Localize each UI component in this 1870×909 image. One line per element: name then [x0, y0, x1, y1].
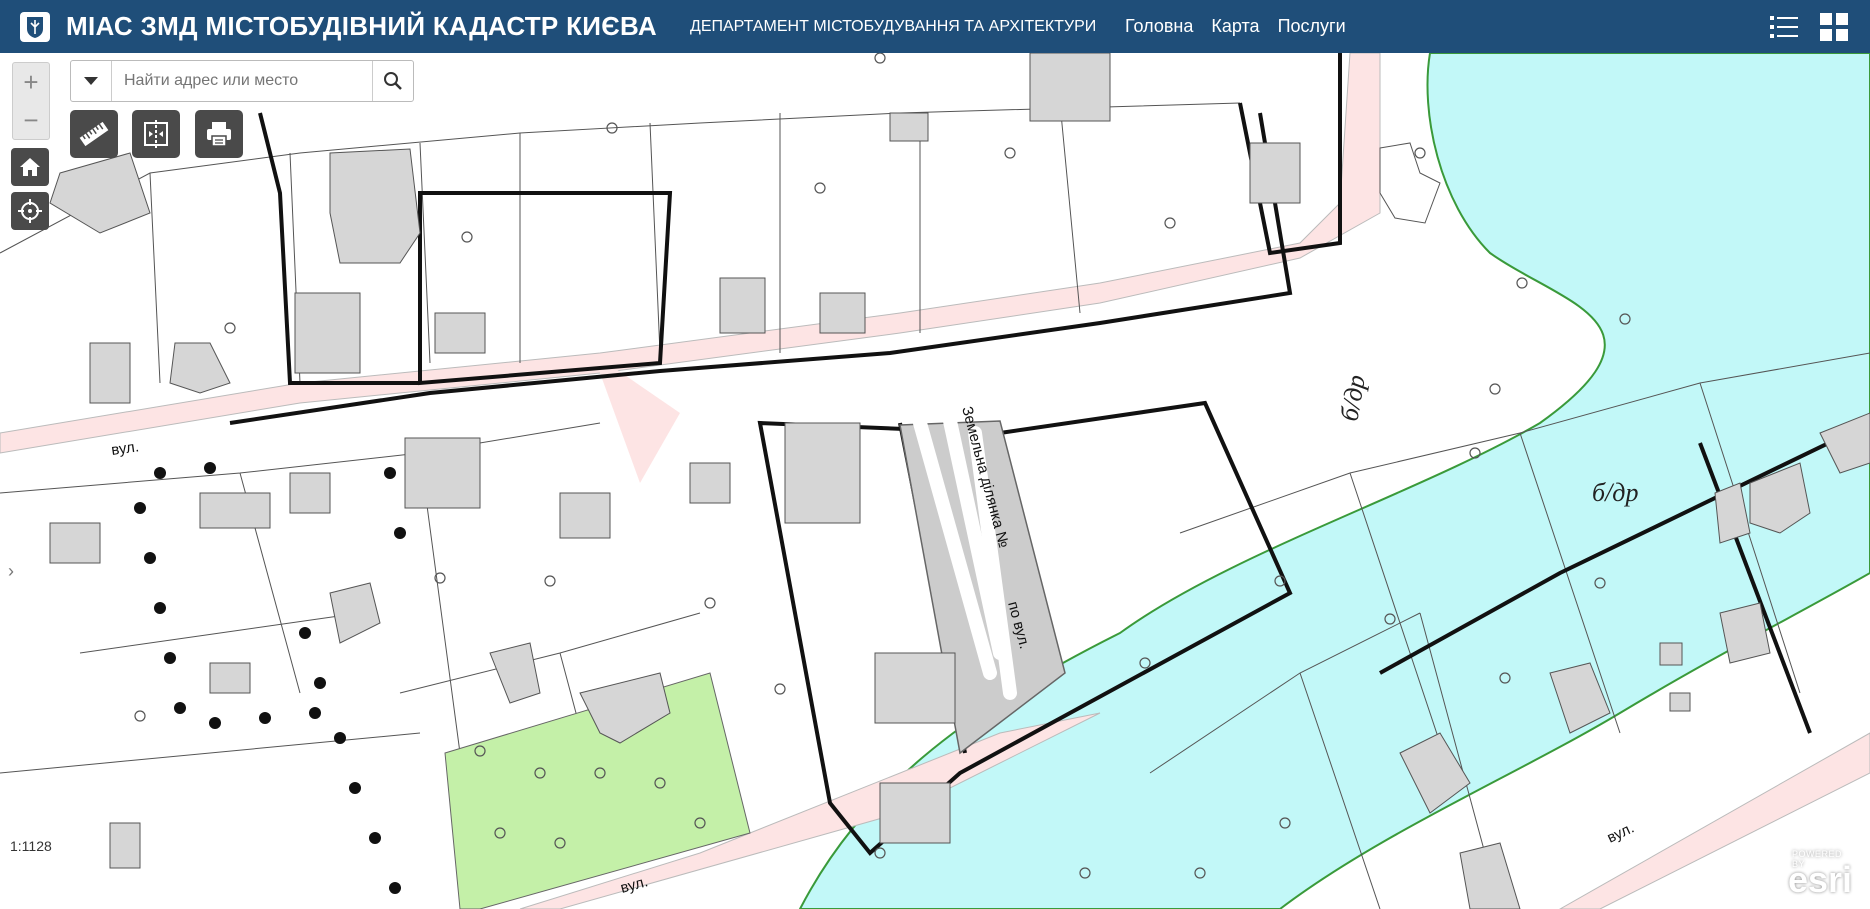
map-view[interactable]: Земельна ділянка № по вул. вул. вул. вул…	[0, 53, 1870, 909]
street-label-1: вул.	[110, 438, 140, 459]
department-name: ДЕПАРТАМЕНТ МІСТОБУДУВАННЯ ТА АРХІТЕКТУР…	[690, 18, 1097, 35]
measure-button[interactable]	[70, 110, 118, 158]
printer-icon	[207, 122, 231, 147]
search-source-dropdown[interactable]	[71, 61, 112, 101]
chevron-down-icon	[84, 77, 98, 85]
app-grid-icon[interactable]	[1818, 11, 1850, 43]
esri-logo: POWERED BY esri	[1788, 849, 1852, 901]
app-header: МІАС ЗМД МІСТОБУДІВНИЙ КАДАСТР КИЄВА ДЕП…	[0, 0, 1870, 53]
layer-list-icon[interactable]	[1768, 11, 1800, 43]
swipe-compare-button[interactable]	[132, 110, 180, 158]
search-widget	[70, 60, 414, 102]
locate-button[interactable]	[11, 192, 49, 230]
nav-map[interactable]: Карта	[1211, 16, 1259, 37]
compare-icon	[144, 120, 168, 148]
ruler-icon	[79, 121, 109, 147]
expand-panel-chevron-icon[interactable]: ›	[0, 553, 22, 589]
powered-by-text: POWERED BY	[1791, 849, 1842, 869]
cadastral-map: Земельна ділянка № по вул. вул. вул. вул…	[0, 53, 1870, 909]
print-button[interactable]	[195, 110, 243, 158]
home-button[interactable]	[11, 148, 49, 186]
search-input[interactable]	[112, 71, 376, 91]
nav-home[interactable]: Головна	[1125, 16, 1193, 37]
street-label-3: вул.	[1605, 819, 1637, 846]
nav-services[interactable]: Послуги	[1278, 16, 1346, 37]
map-scale: 1:1128	[10, 838, 52, 854]
kyiv-coat-of-arms-icon	[20, 11, 50, 42]
zone-label-2: б/др	[1592, 478, 1639, 507]
app-title: МІАС ЗМД МІСТОБУДІВНИЙ КАДАСТР КИЄВА	[66, 11, 657, 41]
search-icon	[384, 72, 402, 90]
home-icon	[20, 158, 40, 176]
search-button[interactable]	[372, 61, 413, 101]
header-tools	[1768, 11, 1850, 43]
main-nav: Головна Карта Послуги	[1125, 16, 1346, 37]
zoom-in-button[interactable]: +	[13, 63, 49, 101]
zoom-out-button[interactable]: −	[13, 101, 49, 139]
zoom-control: + −	[12, 62, 50, 140]
locate-icon	[18, 199, 42, 223]
